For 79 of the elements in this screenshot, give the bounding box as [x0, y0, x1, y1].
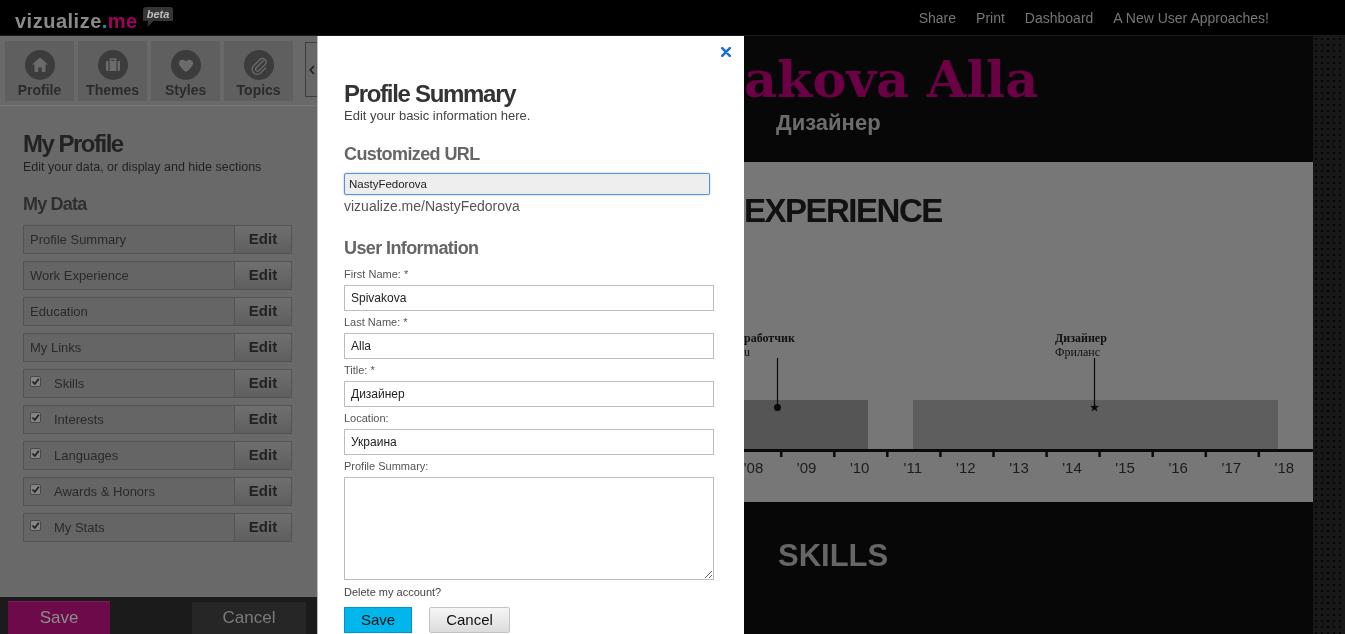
axis-label: '09 — [796, 459, 817, 477]
text-field[interactable]: Украина — [344, 429, 714, 455]
logo[interactable]: vizualize.me — [15, 9, 138, 33]
edit-button[interactable]: Edit — [234, 477, 292, 506]
paperclip-icon — [243, 50, 274, 80]
section-heading: User Information — [344, 237, 479, 259]
dialog-title: Profile Summary — [344, 80, 516, 108]
row-label: Interests — [54, 412, 104, 427]
dot-pin-icon — [773, 358, 782, 412]
edit-button[interactable]: Edit — [234, 513, 292, 542]
text-field[interactable]: Дизайнер — [344, 381, 714, 407]
section-heading: Customized URL — [344, 143, 480, 165]
save-button[interactable]: Save — [8, 601, 110, 634]
row-label: My Links — [30, 340, 82, 355]
nav-link[interactable]: Share — [918, 9, 957, 27]
chevron-left-icon — [308, 64, 315, 75]
entry-subtitle: Фриланс — [1055, 345, 1100, 359]
delete-account-link[interactable]: Delete my account? — [344, 585, 442, 599]
row-label: My Stats — [54, 520, 105, 535]
axis-label: '11 — [903, 459, 922, 477]
checkbox[interactable] — [30, 412, 41, 423]
row-label: Work Experience — [30, 268, 129, 283]
url-preview: vizualize.me/NastyFedorova — [344, 197, 520, 215]
suitcase-icon — [97, 50, 128, 80]
star-pin-icon — [1090, 358, 1099, 412]
nav-link[interactable]: Print — [976, 9, 1005, 27]
axis-label: '15 — [1115, 459, 1135, 477]
entry-title: Дизайнер — [1055, 331, 1107, 345]
edit-button[interactable]: Edit — [234, 369, 292, 398]
textarea-field[interactable] — [344, 477, 714, 580]
edit-button[interactable]: Edit — [234, 225, 292, 254]
nav-link[interactable]: A New User Approaches! — [1113, 9, 1269, 27]
axis-label: '14 — [1062, 459, 1082, 477]
edit-button[interactable]: Edit — [234, 405, 292, 434]
field-label: Profile Summary: — [344, 459, 429, 473]
text-field[interactable]: Spivakova — [344, 285, 714, 311]
close-icon[interactable] — [721, 47, 731, 57]
section-heading: EXPERIENCE — [744, 191, 943, 231]
checkbox[interactable] — [30, 376, 41, 387]
field-label: First Name: * — [344, 267, 409, 281]
axis-label: '16 — [1168, 459, 1188, 477]
axis-label: '18 — [1274, 459, 1295, 477]
edit-button[interactable]: Edit — [234, 261, 292, 290]
cancel-button[interactable]: Cancel — [192, 602, 306, 634]
section-title: My Data — [23, 193, 89, 215]
axis-label: '13 — [1009, 459, 1029, 477]
resume-name: akova Alla — [744, 51, 1040, 108]
field-label: Title: * — [344, 363, 375, 377]
row-label: Profile Summary — [30, 232, 127, 247]
edit-button[interactable]: Edit — [234, 333, 292, 362]
save-button[interactable]: Save — [344, 607, 412, 633]
section-heading: SKILLS — [778, 538, 890, 574]
resume-title: Дизайнер — [776, 110, 882, 136]
text-field[interactable]: Alla — [344, 333, 714, 359]
axis-label: '17 — [1221, 459, 1242, 477]
row-label: Skills — [54, 376, 85, 391]
panel-title: My Profile — [23, 130, 125, 158]
cancel-button[interactable]: Cancel — [429, 607, 510, 633]
row-label: Education — [30, 304, 88, 319]
nav-link[interactable]: Dashboard — [1024, 9, 1094, 27]
house-icon — [24, 50, 55, 80]
dialog-subtitle: Edit your basic information here. — [344, 108, 531, 124]
checkbox[interactable] — [30, 520, 41, 531]
field-label: Last Name: * — [344, 315, 408, 329]
entry-title: работчик — [744, 331, 795, 345]
panel-subtitle: Edit your data, or display and hide sections — [23, 159, 263, 175]
checkbox[interactable] — [30, 448, 41, 459]
beta-badge: beta — [142, 7, 174, 27]
row-label: Awards & Honors — [54, 484, 155, 499]
entry-subtitle: u — [744, 345, 750, 359]
axis-label: '12 — [956, 459, 976, 477]
field-label: Location: — [344, 411, 389, 425]
axis-label: '08 — [744, 459, 764, 477]
axis-label: '10 — [849, 459, 870, 477]
row-label: Languages — [54, 448, 119, 463]
edit-button[interactable]: Edit — [234, 297, 292, 326]
edit-button[interactable]: Edit — [234, 441, 292, 470]
checkbox[interactable] — [30, 484, 41, 495]
url-input[interactable]: NastyFedorova — [344, 173, 710, 195]
